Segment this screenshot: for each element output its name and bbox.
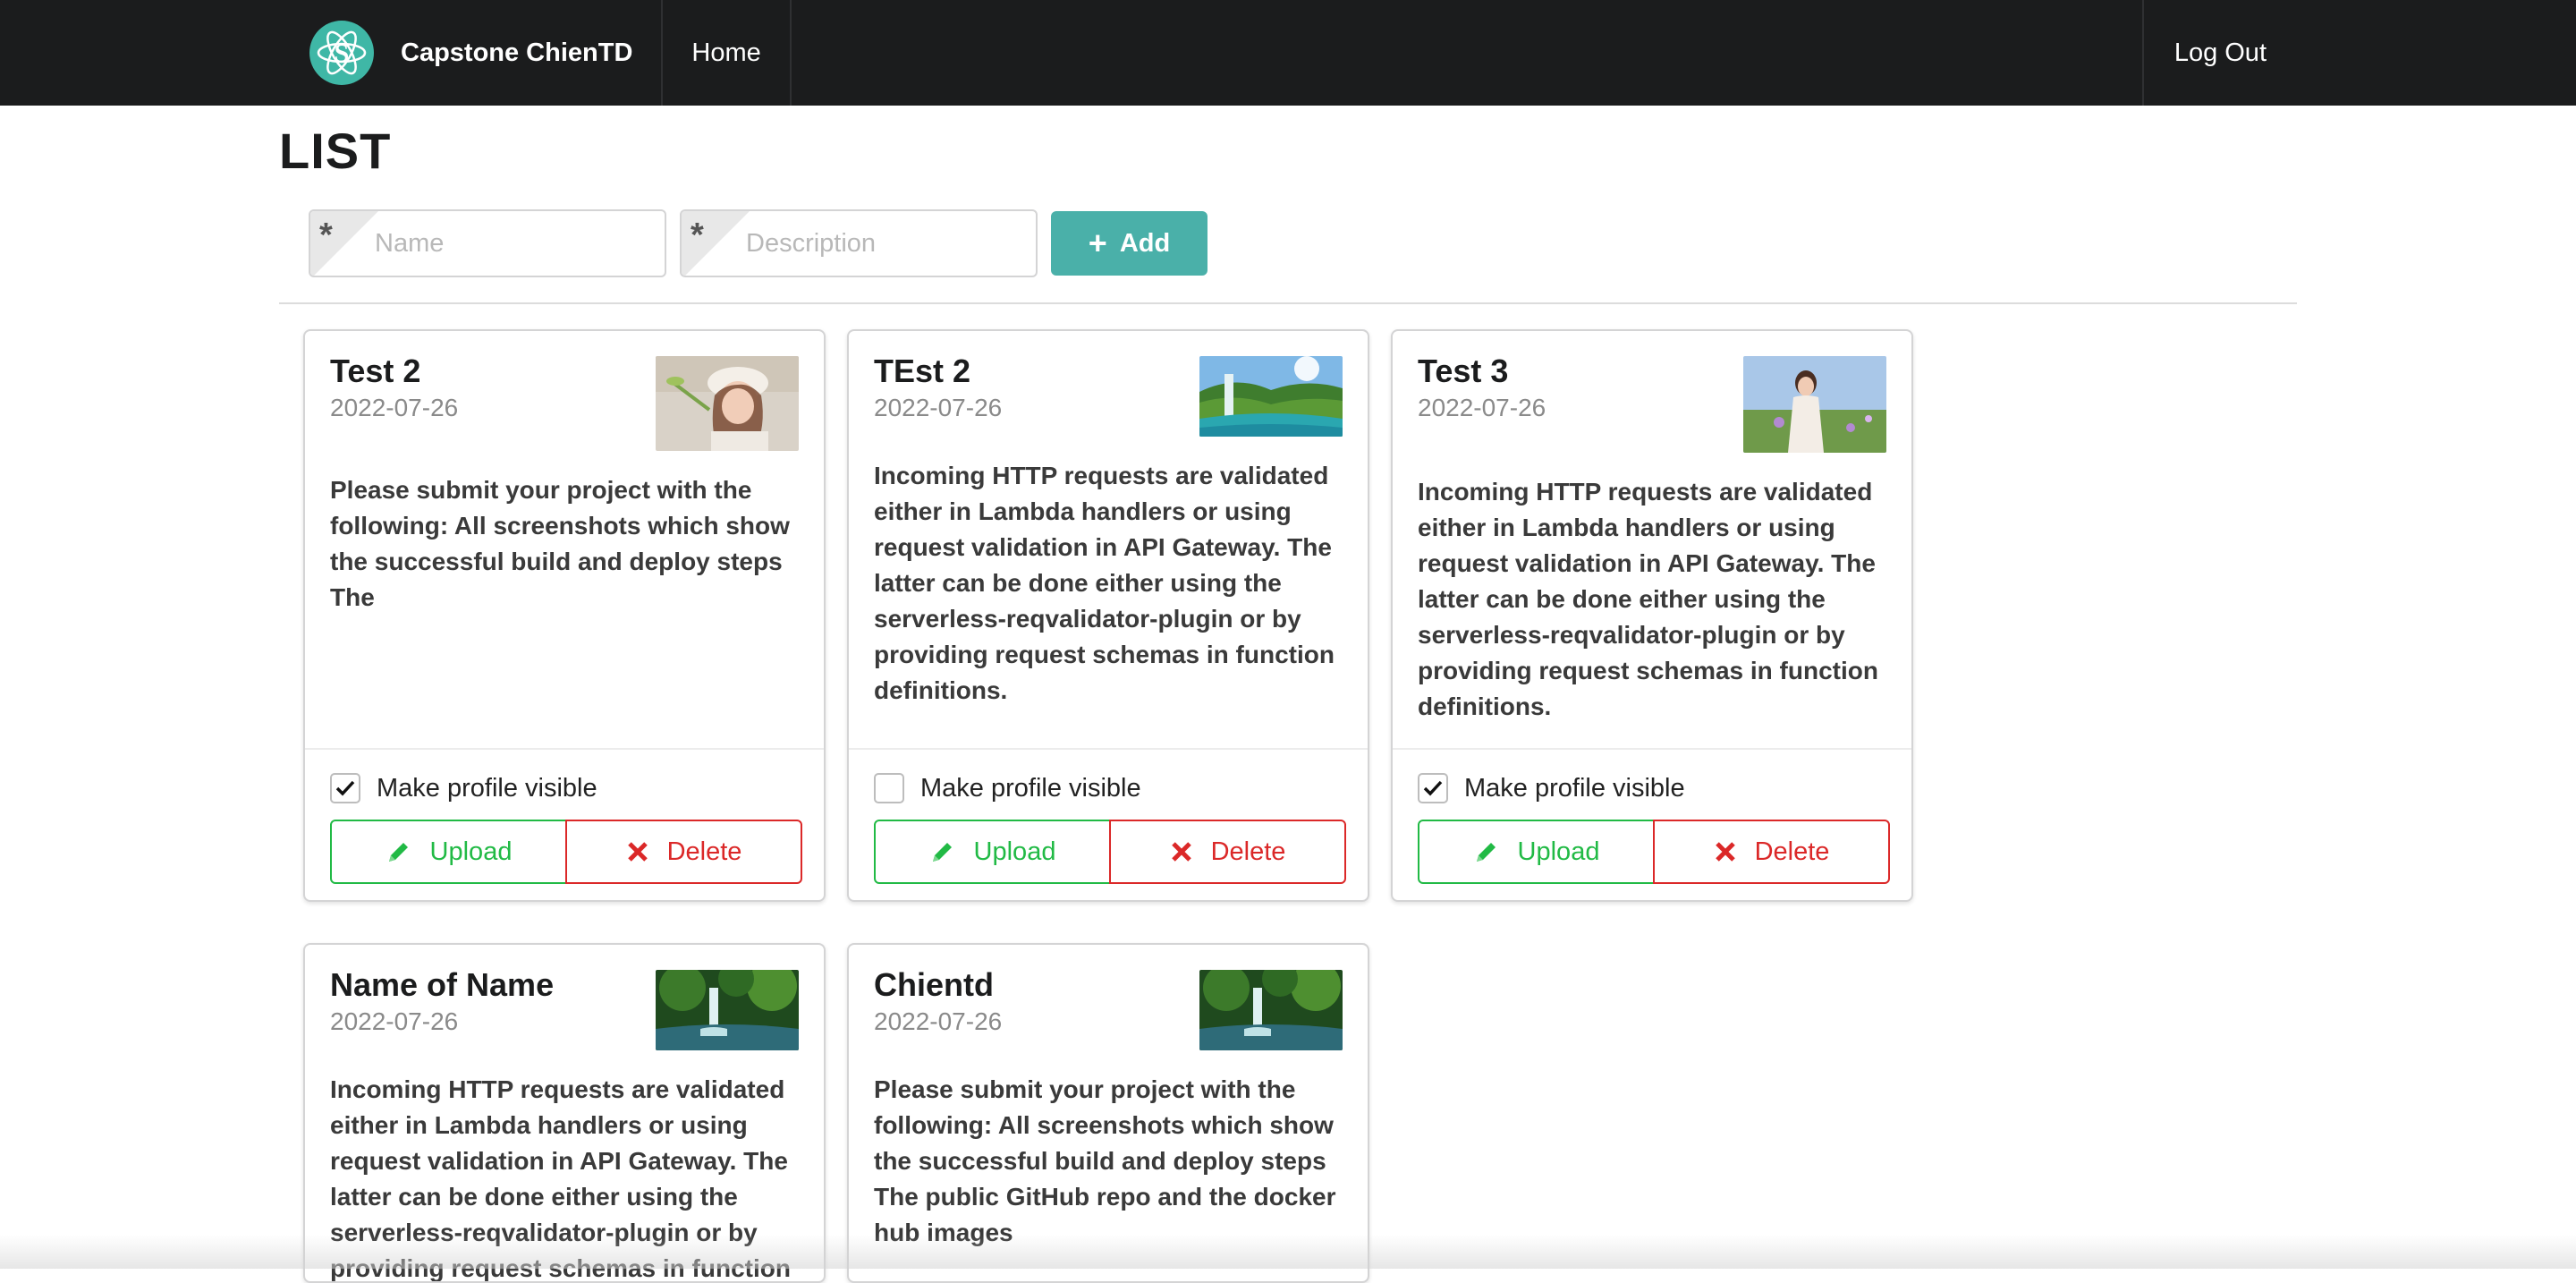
card-thumbnail xyxy=(1199,970,1343,1050)
description-input[interactable] xyxy=(744,211,1030,276)
visibility-checkbox[interactable] xyxy=(1418,773,1448,803)
visibility-label: Make profile visible xyxy=(377,773,597,803)
card-description: Incoming HTTP requests are validated eit… xyxy=(1418,478,1878,720)
delete-label: Delete xyxy=(1210,837,1286,866)
required-asterisk-icon: * xyxy=(319,217,333,254)
upload-button[interactable]: Upload xyxy=(1418,820,1655,884)
card-title: TEst 2 xyxy=(874,353,971,389)
upload-label: Upload xyxy=(429,837,513,866)
card-title: Test 2 xyxy=(330,353,421,389)
todo-card: TEst 2 2022-07-26 Incoming HTTP requests… xyxy=(847,329,1369,902)
card-actions: Upload Delete xyxy=(874,820,1346,884)
visibility-toggle[interactable]: Make profile visible xyxy=(330,773,597,803)
visibility-toggle[interactable]: Make profile visible xyxy=(874,773,1141,803)
brand-name: Capstone ChienTD xyxy=(401,38,633,67)
svg-text:S: S xyxy=(335,38,350,68)
card-date: 2022-07-26 xyxy=(330,394,459,421)
todo-card: Chientd 2022-07-26 Please submit your pr… xyxy=(847,943,1369,1283)
delete-label: Delete xyxy=(1754,837,1830,866)
plus-icon: + xyxy=(1088,225,1107,261)
card-date: 2022-07-26 xyxy=(874,1007,1003,1035)
add-button[interactable]: + Add xyxy=(1051,211,1208,276)
upload-button[interactable]: Upload xyxy=(874,820,1111,884)
add-button-label: Add xyxy=(1119,228,1171,258)
upload-label: Upload xyxy=(973,837,1056,866)
card-title: Test 3 xyxy=(1418,353,1509,389)
card-description: Please submit your project with the foll… xyxy=(330,476,790,611)
card-date: 2022-07-26 xyxy=(874,394,1003,421)
todo-card: Test 3 2022-07-26 Incoming HTTP requests… xyxy=(1391,329,1913,902)
card-description: Incoming HTTP requests are validated eit… xyxy=(874,462,1335,704)
x-icon xyxy=(1715,842,1735,862)
card-thumbnail xyxy=(656,356,799,451)
card-thumbnail xyxy=(1743,356,1886,453)
card-title: Name of Name xyxy=(330,966,555,1003)
card-thumbnail xyxy=(656,970,799,1050)
name-field[interactable]: * xyxy=(309,209,666,277)
visibility-checkbox[interactable] xyxy=(330,773,360,803)
delete-button[interactable]: Delete xyxy=(565,820,802,884)
card-footer-divider xyxy=(1393,748,1911,750)
x-icon xyxy=(627,842,648,862)
visibility-checkbox[interactable] xyxy=(874,773,904,803)
top-navbar: S Capstone ChienTD Home Log Out xyxy=(0,0,2576,106)
divider xyxy=(279,302,2297,304)
card-date: 2022-07-26 xyxy=(1418,394,1546,421)
visibility-label: Make profile visible xyxy=(920,773,1141,803)
visibility-toggle[interactable]: Make profile visible xyxy=(1418,773,1685,803)
pencil-icon xyxy=(1476,843,1496,862)
card-thumbnail xyxy=(1199,356,1343,437)
name-input[interactable] xyxy=(373,211,659,276)
card-actions: Upload Delete xyxy=(1418,820,1890,884)
required-asterisk-icon: * xyxy=(691,217,704,254)
pencil-icon xyxy=(388,843,408,862)
nav-home[interactable]: Home xyxy=(663,0,792,106)
delete-label: Delete xyxy=(666,837,742,866)
react-atom-icon: S xyxy=(309,21,374,85)
checkmark-icon xyxy=(335,780,355,796)
upload-button[interactable]: Upload xyxy=(330,820,567,884)
card-description: Please submit your project with the foll… xyxy=(874,1075,1336,1246)
todo-card: Test 2 2022-07-26 Please submit your pro… xyxy=(303,329,826,902)
page-title: LIST xyxy=(279,123,392,179)
delete-button[interactable]: Delete xyxy=(1109,820,1346,884)
checkmark-icon xyxy=(1423,780,1443,796)
card-date: 2022-07-26 xyxy=(330,1007,459,1035)
card-footer-divider xyxy=(305,748,824,750)
visibility-label: Make profile visible xyxy=(1464,773,1685,803)
todo-card: Name of Name 2022-07-26 Incoming HTTP re… xyxy=(303,943,826,1283)
x-icon xyxy=(1171,842,1191,862)
card-title: Chientd xyxy=(874,966,994,1003)
navbar-inner: S Capstone ChienTD Home Log Out xyxy=(281,0,2297,106)
description-field[interactable]: * xyxy=(680,209,1038,277)
card-footer-divider xyxy=(849,748,1368,750)
delete-button[interactable]: Delete xyxy=(1653,820,1890,884)
scroll-fade xyxy=(0,1235,2576,1269)
pencil-icon xyxy=(932,843,952,862)
upload-label: Upload xyxy=(1517,837,1600,866)
brand[interactable]: S Capstone ChienTD xyxy=(281,0,664,106)
logout-button[interactable]: Log Out xyxy=(2141,0,2297,106)
card-actions: Upload Delete xyxy=(330,820,802,884)
